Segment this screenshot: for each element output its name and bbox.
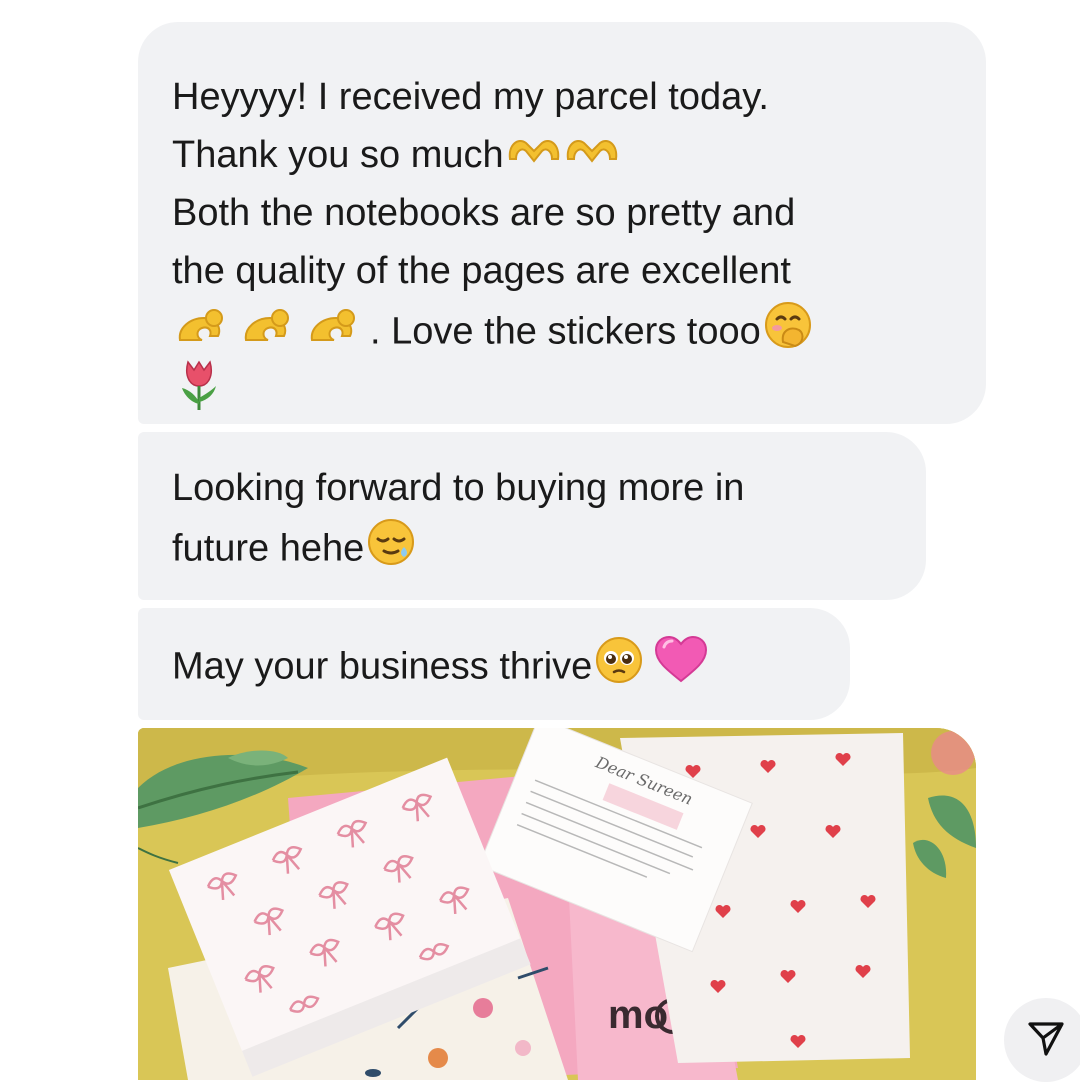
message-line: the quality of the pages are excellent — [172, 250, 791, 292]
message-line: Both the notebooks are so pretty and — [172, 192, 796, 234]
pink-heart-icon — [654, 635, 708, 702]
message-line-row: future hehe — [172, 517, 892, 575]
parcel-photo-illustration: mo Dear Sureen — [138, 728, 976, 1080]
message-line-row — [172, 358, 952, 416]
message-bubble-3[interactable]: May your business thrive — [138, 608, 850, 720]
message-bubble-1[interactable]: Heyyyy! I received my parcel today. Than… — [138, 22, 986, 424]
paper-plane-icon — [1024, 1016, 1068, 1065]
relieved-face-icon — [366, 517, 416, 584]
message-bubble-2[interactable]: Looking forward to buying more in future… — [138, 432, 926, 600]
tulip-icon — [174, 358, 224, 429]
message-line: Thank you so much — [172, 134, 504, 176]
pleading-face-icon — [594, 635, 644, 702]
heart-hands-icon — [564, 128, 620, 186]
message-line: Heyyyy! I received my parcel today. — [172, 76, 769, 118]
message-line-row: May your business thrive — [172, 635, 816, 693]
share-button[interactable] — [1004, 998, 1080, 1082]
message-line: May your business thrive — [172, 645, 593, 688]
pinched-fingers-icon — [240, 305, 304, 363]
heart-hands-icon — [506, 128, 562, 186]
pinched-fingers-icon — [306, 305, 370, 363]
message-line: Looking forward to buying more in — [172, 467, 745, 509]
parcel-photo[interactable]: mo Dear Sureen — [138, 728, 976, 1080]
message-line-row: Thank you so much — [172, 126, 952, 184]
face-with-hand-over-mouth-icon — [763, 300, 813, 367]
pinched-fingers-icon — [174, 305, 238, 363]
message-line: . Love the stickers tooo — [370, 310, 761, 353]
message-line: future hehe — [172, 527, 365, 570]
message-line-row: . Love the stickers tooo — [172, 300, 952, 358]
